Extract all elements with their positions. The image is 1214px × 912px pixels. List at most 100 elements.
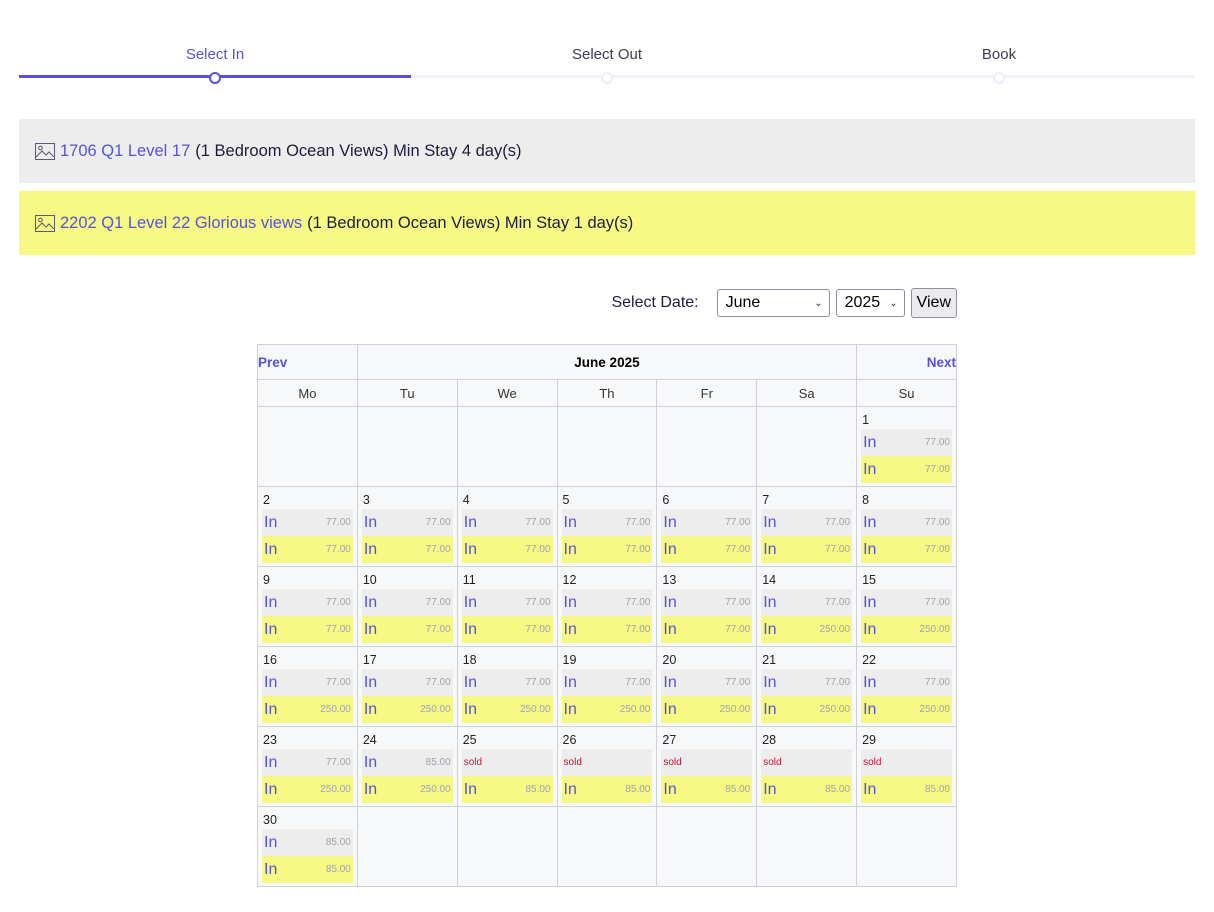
check-in-link[interactable]: In (264, 514, 277, 532)
prev-month-button[interactable]: Prev (257, 344, 358, 380)
check-in-link[interactable]: In (564, 621, 577, 639)
availability-slot-property-2: In 85.00 (661, 776, 753, 803)
check-in-link[interactable]: In (364, 514, 377, 532)
calendar-day: 27 sold In 85.00 (656, 726, 758, 807)
step-book[interactable]: Book (803, 0, 1195, 84)
image-icon[interactable] (35, 214, 55, 232)
check-in-link[interactable]: In (464, 781, 477, 799)
availability-slot-property-1: In 77.00 (861, 429, 952, 456)
check-in-link[interactable]: In (564, 594, 577, 612)
check-in-link[interactable]: In (863, 434, 876, 452)
nightly-price: 250.00 (420, 784, 451, 795)
check-in-link[interactable]: In (663, 621, 676, 639)
availability-slot-property-2: In 77.00 (262, 616, 353, 643)
check-in-link[interactable]: In (863, 674, 876, 692)
availability-slot-property-1: In 77.00 (661, 669, 753, 696)
check-in-link[interactable]: In (264, 834, 277, 852)
nightly-price: 77.00 (625, 517, 651, 528)
check-in-link[interactable]: In (663, 514, 676, 532)
availability-slot-property-2: In 250.00 (861, 616, 952, 643)
check-in-link[interactable]: In (364, 594, 377, 612)
check-in-link[interactable]: In (863, 621, 876, 639)
check-in-link[interactable]: In (264, 754, 277, 772)
check-in-link[interactable]: In (564, 541, 577, 559)
check-in-link[interactable]: In (364, 781, 377, 799)
check-in-link[interactable]: In (663, 781, 676, 799)
check-in-link[interactable]: In (464, 621, 477, 639)
availability-slot-property-2: In 77.00 (861, 456, 952, 483)
check-in-link[interactable]: In (264, 621, 277, 639)
check-in-link[interactable]: In (663, 674, 676, 692)
availability-slot-property-2: In 250.00 (761, 696, 853, 723)
availability-slot-property-2: In 77.00 (661, 536, 753, 563)
availability-slot-property-2: In 250.00 (861, 696, 952, 723)
step-label: Book (981, 46, 1017, 63)
check-in-link[interactable]: In (364, 701, 377, 719)
nightly-price: 77.00 (725, 544, 751, 555)
check-in-link[interactable]: In (863, 514, 876, 532)
check-in-link[interactable]: In (564, 514, 577, 532)
calendar-day: 20 In 77.00 In 250.00 (656, 646, 758, 727)
check-in-link[interactable]: In (863, 701, 876, 719)
check-in-link[interactable]: In (863, 781, 876, 799)
check-in-link[interactable]: In (763, 701, 776, 719)
check-in-link[interactable]: In (264, 781, 277, 799)
check-in-link[interactable]: In (464, 514, 477, 532)
check-in-link[interactable]: In (763, 594, 776, 612)
day-number: 30 (263, 813, 277, 827)
check-in-link[interactable]: In (863, 541, 876, 559)
property-link[interactable]: 2202 Q1 Level 22 Glorious views (60, 214, 302, 233)
check-in-link[interactable]: In (264, 861, 277, 879)
day-number: 20 (662, 653, 677, 667)
next-month-button[interactable]: Next (856, 344, 957, 380)
day-number: 19 (562, 653, 577, 667)
day-number: 18 (462, 653, 477, 667)
year-select[interactable]: 2025 ⌄ (835, 289, 905, 317)
check-in-link[interactable]: In (364, 621, 377, 639)
calendar-day: 2 In 77.00 In 77.00 (257, 486, 358, 567)
check-in-link[interactable]: In (364, 674, 377, 692)
check-in-link[interactable]: In (564, 674, 577, 692)
view-button[interactable]: View (910, 288, 957, 318)
check-in-link[interactable]: In (763, 674, 776, 692)
check-in-link[interactable]: In (264, 674, 277, 692)
check-in-link[interactable]: In (863, 594, 876, 612)
check-in-link[interactable]: In (264, 541, 277, 559)
check-in-link[interactable]: In (364, 754, 377, 772)
availability-slot-property-2: In 250.00 (262, 776, 353, 803)
property-link[interactable]: 1706 Q1 Level 17 (60, 142, 190, 161)
check-in-link[interactable]: In (763, 514, 776, 532)
chevron-down-icon: ⌄ (889, 297, 898, 309)
check-in-link[interactable]: In (564, 781, 577, 799)
nightly-price: 77.00 (525, 677, 551, 688)
weekday-header: Mo (257, 379, 358, 407)
step-select-out[interactable]: Select Out (411, 0, 803, 84)
step-select-in[interactable]: Select In (19, 0, 411, 84)
month-select[interactable]: June ⌄ (716, 289, 830, 317)
check-in-link[interactable]: In (663, 594, 676, 612)
check-in-link[interactable]: In (763, 781, 776, 799)
property-description: (1 Bedroom Ocean Views) Min Stay 1 day(s… (307, 213, 634, 232)
check-in-link[interactable]: In (264, 701, 277, 719)
availability-slot-property-1: In 77.00 (761, 669, 853, 696)
nightly-price: 85.00 (725, 784, 751, 795)
availability-slot-property-1: In 77.00 (661, 589, 753, 616)
nightly-price: 250.00 (919, 704, 950, 715)
image-icon[interactable] (35, 142, 55, 160)
check-in-link[interactable]: In (663, 701, 676, 719)
availability-slot-property-1: sold (561, 749, 653, 776)
check-in-link[interactable]: In (863, 461, 876, 479)
check-in-link[interactable]: In (464, 541, 477, 559)
check-in-link[interactable]: In (364, 541, 377, 559)
check-in-link[interactable]: In (464, 594, 477, 612)
check-in-link[interactable]: In (464, 701, 477, 719)
check-in-link[interactable]: In (763, 541, 776, 559)
check-in-link[interactable]: In (564, 701, 577, 719)
nightly-price: 85.00 (825, 784, 851, 795)
check-in-link[interactable]: In (763, 621, 776, 639)
check-in-link[interactable]: In (464, 674, 477, 692)
check-in-link[interactable]: In (264, 594, 277, 612)
check-in-link[interactable]: In (663, 541, 676, 559)
nightly-price: 77.00 (425, 677, 451, 688)
step-label: Select Out (571, 46, 643, 63)
